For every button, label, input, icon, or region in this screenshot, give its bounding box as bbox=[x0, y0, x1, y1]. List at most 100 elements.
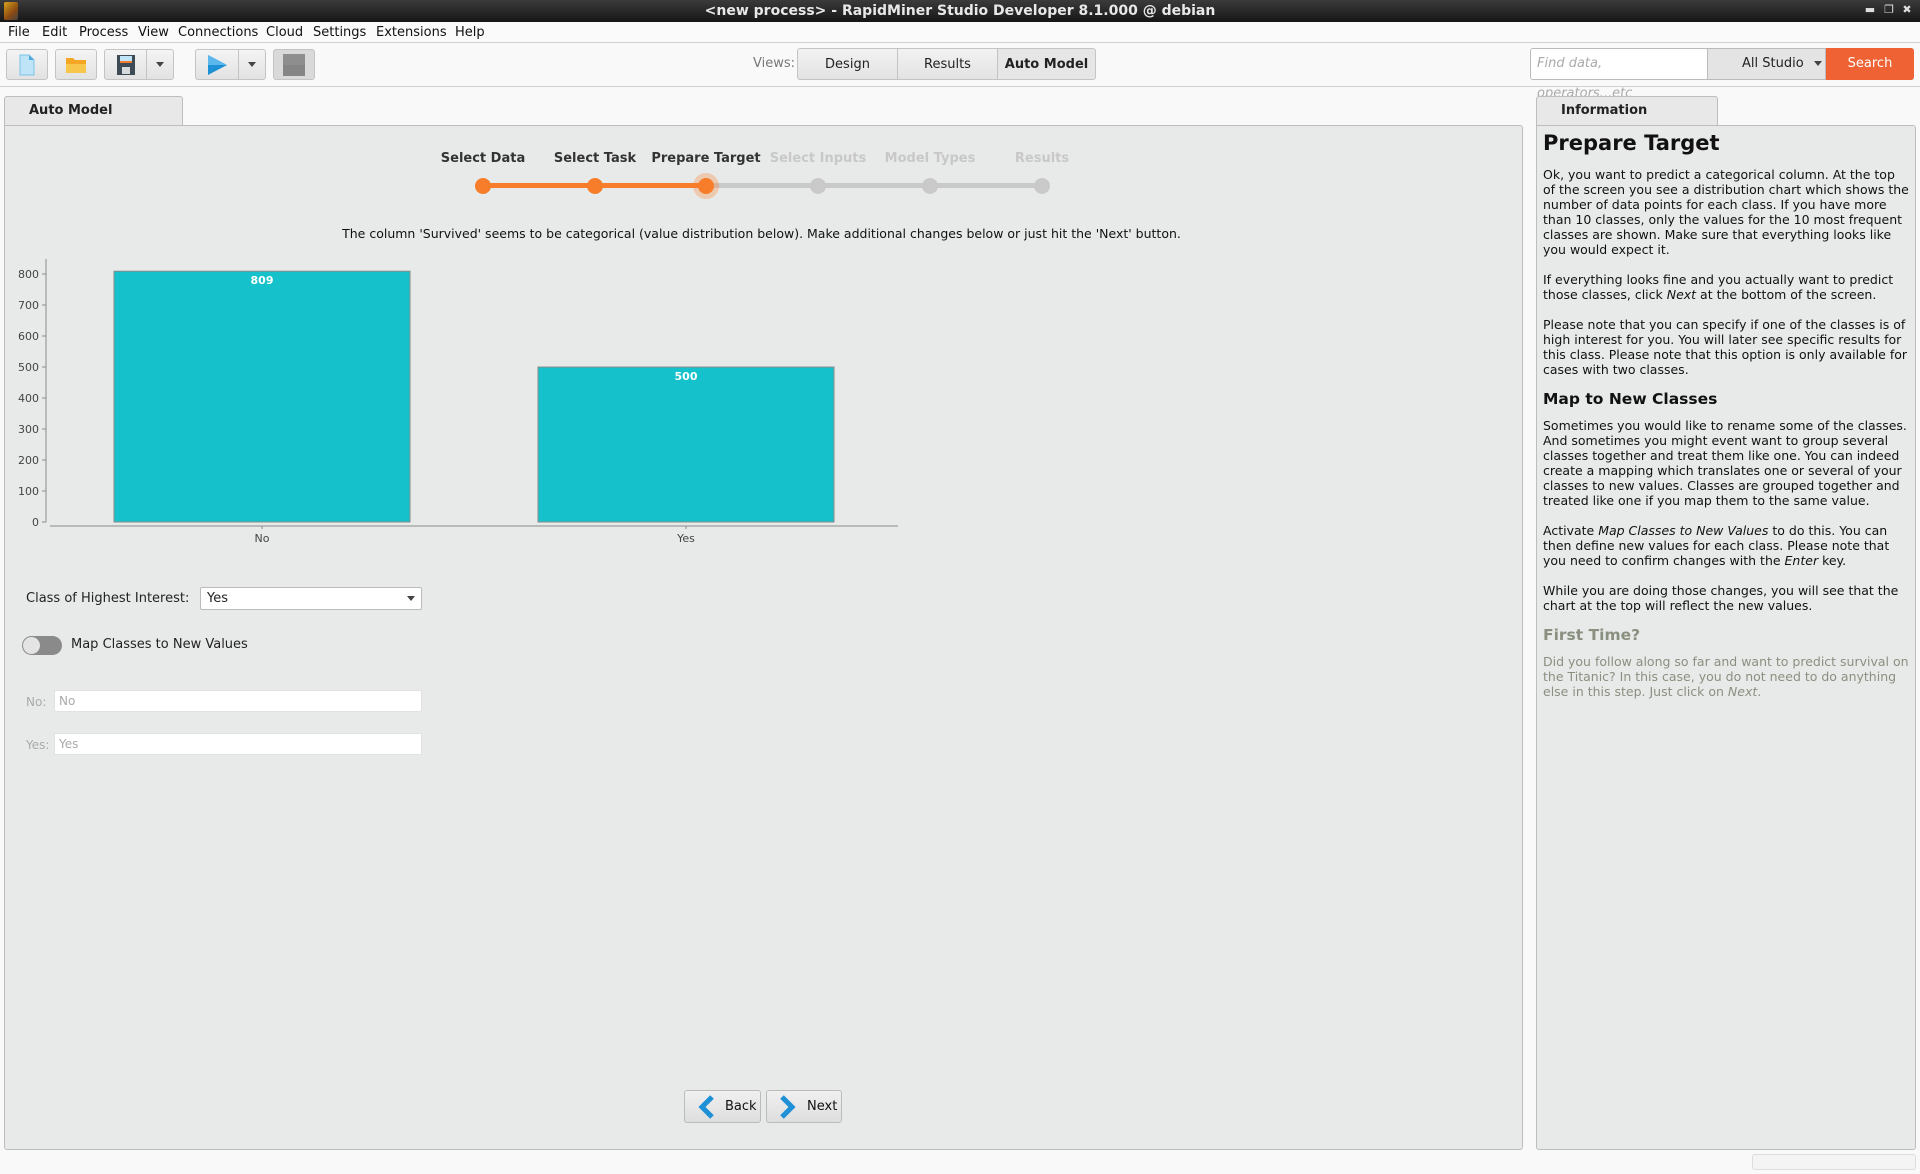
bar-value-label: 809 bbox=[251, 274, 274, 287]
step-progress-line-todo bbox=[706, 183, 1042, 188]
chevron-down-icon bbox=[407, 596, 415, 601]
tab-information[interactable]: Information bbox=[1536, 96, 1718, 126]
info-heading-first-time: First Time? bbox=[1543, 626, 1641, 644]
menu-settings[interactable]: Settings bbox=[313, 25, 366, 40]
mapping-label-no: No: bbox=[26, 695, 47, 709]
y-tick-label: 0 bbox=[32, 516, 39, 529]
window-title: <new process> - RapidMiner Studio Develo… bbox=[704, 3, 1216, 19]
x-axis: No Yes bbox=[50, 525, 898, 545]
view-auto-model-button[interactable]: Auto Model bbox=[997, 48, 1096, 80]
y-axis: 0 100 200 300 400 500 600 700 800 bbox=[18, 259, 47, 529]
search-scope-select[interactable]: All Studio bbox=[1708, 48, 1826, 80]
y-tick-label: 400 bbox=[18, 392, 39, 405]
menu-process[interactable]: Process bbox=[79, 25, 128, 40]
step-description: The column 'Survived' seems to be catego… bbox=[342, 226, 1181, 241]
info-paragraph: Did you follow along so far and want to … bbox=[1543, 654, 1909, 699]
views-label: Views: bbox=[753, 56, 796, 71]
chevron-down-icon bbox=[156, 62, 164, 67]
bars: 809 500 bbox=[113, 270, 835, 523]
step-label-select-data[interactable]: Select Data bbox=[441, 151, 525, 166]
step-label-select-inputs: Select Inputs bbox=[769, 151, 867, 166]
run-icon bbox=[208, 54, 227, 75]
chevron-right-icon bbox=[780, 1094, 796, 1119]
new-process-button[interactable] bbox=[6, 49, 48, 80]
search-input[interactable]: Find data, operators...etc bbox=[1530, 48, 1708, 101]
step-dot-todo bbox=[922, 178, 938, 194]
step-dot-done[interactable] bbox=[587, 178, 603, 194]
info-paragraph: Ok, you want to predict a categorical co… bbox=[1543, 167, 1909, 257]
menu-cloud[interactable]: Cloud bbox=[266, 25, 303, 40]
map-classes-toggle[interactable] bbox=[22, 636, 62, 655]
tab-information-label: Information bbox=[1561, 103, 1648, 118]
app-logo-icon bbox=[4, 2, 18, 20]
run-button[interactable] bbox=[195, 49, 239, 80]
bar-yes bbox=[537, 366, 835, 523]
menu-help[interactable]: Help bbox=[455, 25, 485, 40]
y-tick-label: 300 bbox=[18, 423, 39, 436]
menu-edit[interactable]: Edit bbox=[42, 25, 67, 40]
info-paragraph: While you are doing those changes, you w… bbox=[1543, 583, 1899, 613]
run-dropdown-button[interactable] bbox=[238, 49, 266, 80]
view-results-button[interactable]: Results bbox=[897, 48, 998, 80]
minimize-icon[interactable]: ▬ bbox=[1863, 3, 1877, 16]
y-tick-label: 500 bbox=[18, 361, 39, 374]
save-dropdown-button[interactable] bbox=[146, 49, 174, 80]
info-paragraph: Sometimes you would like to rename some … bbox=[1543, 418, 1907, 508]
chevron-down-icon bbox=[248, 62, 256, 67]
chevron-left-icon bbox=[698, 1094, 714, 1119]
info-paragraph: Please note that you can specify if one … bbox=[1543, 317, 1908, 377]
step-dot-current[interactable] bbox=[698, 178, 714, 194]
x-tick-label: No bbox=[255, 532, 270, 545]
menu-connections[interactable]: Connections bbox=[178, 25, 258, 40]
menu-extensions[interactable]: Extensions bbox=[376, 25, 447, 40]
next-button[interactable]: Next bbox=[766, 1090, 842, 1123]
save-icon bbox=[116, 54, 135, 75]
close-icon[interactable]: ✖ bbox=[1900, 3, 1914, 16]
mapping-input-no[interactable]: No bbox=[54, 690, 422, 712]
search-scope-value: All Studio bbox=[1742, 56, 1804, 71]
menu-view[interactable]: View bbox=[138, 25, 169, 40]
back-button[interactable]: Back bbox=[684, 1090, 761, 1123]
step-dot-todo bbox=[810, 178, 826, 194]
info-heading-map: Map to New Classes bbox=[1543, 390, 1718, 408]
next-label: Next bbox=[807, 1099, 838, 1114]
step-dot-done[interactable] bbox=[475, 178, 491, 194]
class-of-interest-value: Yes bbox=[207, 591, 228, 606]
divider bbox=[0, 42, 1920, 43]
new-process-icon bbox=[19, 54, 35, 75]
class-of-interest-select[interactable]: Yes bbox=[200, 587, 422, 610]
step-label-prepare-target[interactable]: Prepare Target bbox=[651, 151, 760, 166]
menu-bar: File Edit Process View Connections Cloud… bbox=[0, 22, 1920, 42]
status-bar bbox=[1752, 1154, 1916, 1170]
open-button[interactable] bbox=[55, 49, 97, 80]
step-label-results: Results bbox=[1014, 151, 1070, 166]
y-tick-label: 600 bbox=[18, 330, 39, 343]
toggle-knob bbox=[23, 637, 40, 654]
stop-button[interactable] bbox=[273, 49, 315, 80]
stop-icon bbox=[283, 53, 305, 76]
bar-value-label: 500 bbox=[675, 370, 698, 383]
back-label: Back bbox=[725, 1099, 757, 1114]
chevron-down-icon bbox=[1813, 61, 1822, 66]
mapping-input-yes[interactable]: Yes bbox=[54, 733, 422, 755]
info-paragraph: If everything looks fine and you actuall… bbox=[1543, 272, 1894, 302]
y-tick-label: 700 bbox=[18, 299, 39, 312]
maximize-icon[interactable]: ❐ bbox=[1882, 3, 1896, 16]
information-content: Prepare Target Ok, you want to predict a… bbox=[1543, 130, 1909, 714]
class-of-interest-label: Class of Highest Interest: bbox=[26, 591, 190, 606]
info-paragraph: Activate Map Classes to New Values to do… bbox=[1543, 523, 1890, 568]
bar-no bbox=[113, 270, 411, 523]
save-button[interactable] bbox=[104, 49, 147, 80]
view-design-button[interactable]: Design bbox=[797, 48, 898, 80]
tab-auto-model-label: Auto Model bbox=[29, 103, 113, 118]
open-folder-icon bbox=[66, 57, 86, 73]
window-title-bar: <new process> - RapidMiner Studio Develo… bbox=[0, 0, 1920, 22]
info-title: Prepare Target bbox=[1543, 131, 1720, 155]
tab-auto-model[interactable]: Auto Model bbox=[4, 96, 183, 126]
search-button[interactable]: Search bbox=[1826, 48, 1914, 80]
x-tick-label: Yes bbox=[676, 532, 695, 545]
y-tick-label: 200 bbox=[18, 454, 39, 467]
step-label-select-task[interactable]: Select Task bbox=[554, 151, 636, 166]
step-label-model-types: Model Types bbox=[884, 151, 976, 166]
menu-file[interactable]: File bbox=[8, 25, 30, 40]
